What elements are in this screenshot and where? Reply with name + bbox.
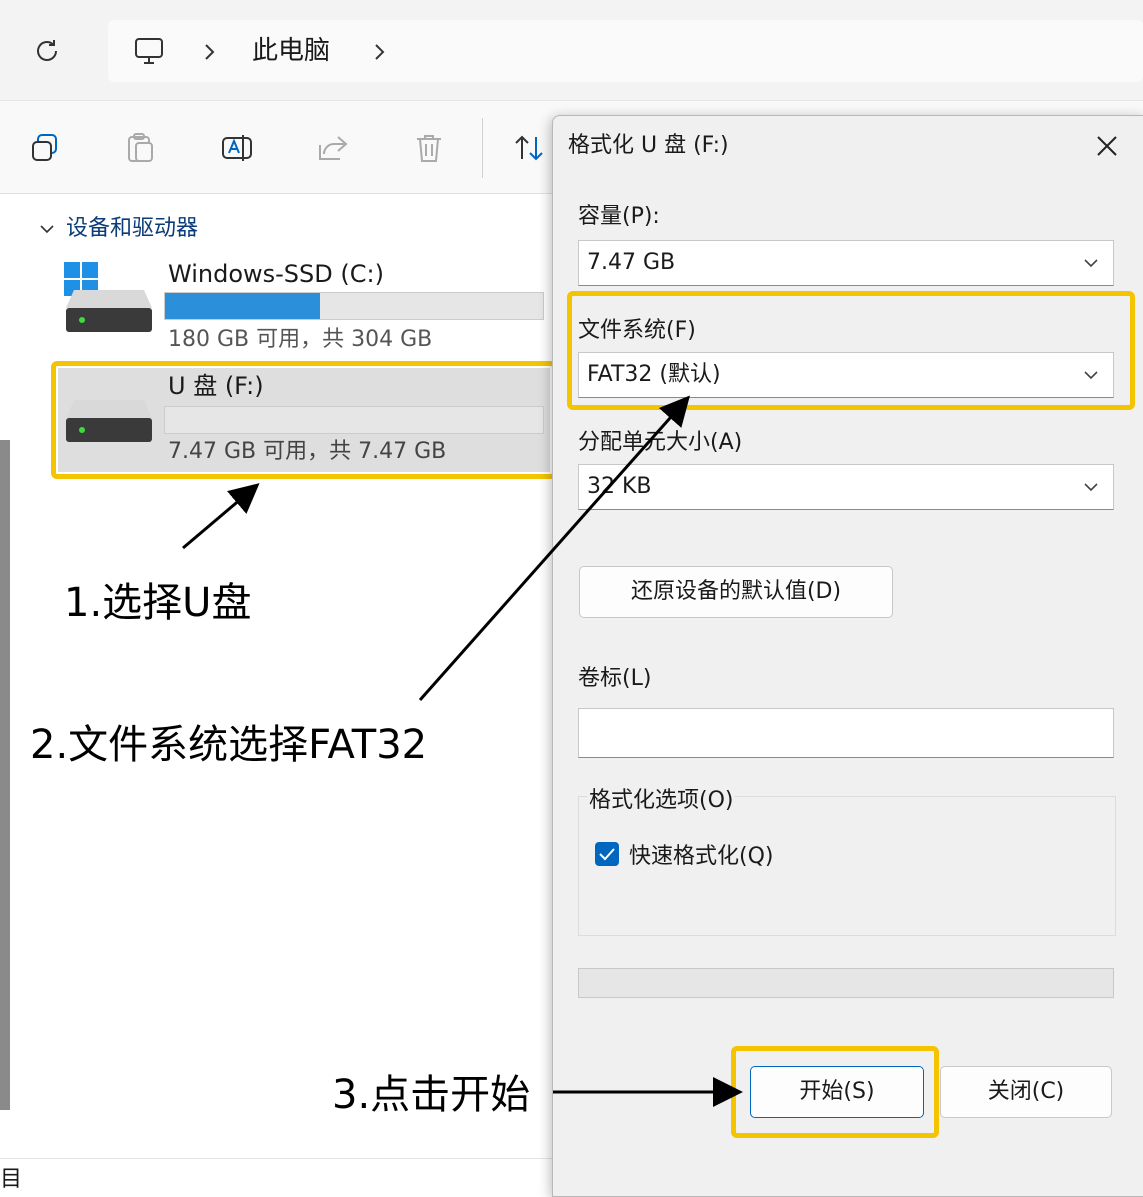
computer-icon <box>132 34 166 68</box>
delete-icon[interactable] <box>412 131 446 165</box>
status-bar: 目 <box>0 1158 560 1196</box>
refresh-icon[interactable] <box>30 34 64 68</box>
allocation-select[interactable]: 32 KB <box>578 464 1114 510</box>
volume-label: 卷标(L) <box>578 666 652 691</box>
highlight-filesystem <box>567 291 1135 410</box>
share-icon[interactable] <box>316 131 350 165</box>
dialog-title: 格式化 U 盘 (F:) <box>568 133 729 158</box>
format-progress-bar <box>578 968 1114 998</box>
chevron-right-icon[interactable] <box>200 40 220 64</box>
highlight-start-button <box>731 1046 939 1138</box>
drive-c-usage-bar <box>164 292 544 320</box>
chevron-down-icon <box>1083 465 1099 509</box>
highlight-drive-f <box>51 361 557 479</box>
close-icon[interactable] <box>1093 132 1121 160</box>
annotation-step3: 3.点击开始 <box>332 1072 531 1118</box>
chevron-down-icon[interactable] <box>38 220 56 238</box>
format-dialog: 格式化 U 盘 (F:) 容量(P): 7.47 GB 文件系统(F) FAT3… <box>552 115 1143 1197</box>
chevron-down-icon <box>1083 241 1099 285</box>
volume-label-input[interactable] <box>578 708 1114 758</box>
capacity-label: 容量(P): <box>578 204 660 229</box>
sort-icon[interactable] <box>512 131 546 165</box>
toolbar-divider <box>482 118 483 178</box>
drive-c-usage-fill <box>165 293 320 319</box>
drive-c-name: Windows-SSD (C:) <box>168 260 384 288</box>
quick-format-checkbox[interactable] <box>595 842 619 866</box>
drive-c-usage-text: 180 GB 可用，共 304 GB <box>168 327 433 352</box>
annotation-step2: 2.文件系统选择FAT32 <box>30 722 428 768</box>
allocation-value: 32 KB <box>587 474 652 499</box>
arrow-step1 <box>182 483 260 550</box>
drive-c-item[interactable]: Windows-SSD (C:) 180 GB 可用，共 304 GB <box>56 256 550 356</box>
restore-defaults-button[interactable]: 还原设备的默认值(D) <box>579 566 893 618</box>
close-button[interactable]: 关闭(C) <box>940 1066 1112 1118</box>
chevron-right-icon[interactable] <box>370 40 390 64</box>
annotation-step1: 1.选择U盘 <box>64 580 252 626</box>
capacity-select[interactable]: 7.47 GB <box>578 240 1114 286</box>
breadcrumb-this-pc[interactable]: 此电脑 <box>252 32 330 70</box>
scroll-edge <box>0 440 10 1110</box>
format-options-label: 格式化选项(O) <box>587 782 736 814</box>
checkmark-icon <box>599 848 615 861</box>
quick-format-label[interactable]: 快速格式化(Q) <box>629 838 773 870</box>
hard-drive-icon <box>64 288 154 334</box>
copy-icon[interactable] <box>28 131 62 165</box>
allocation-label: 分配单元大小(A) <box>578 430 743 455</box>
section-title[interactable]: 设备和驱动器 <box>66 213 198 245</box>
rename-icon[interactable] <box>220 131 254 165</box>
status-text: 目 <box>0 1167 23 1192</box>
capacity-value: 7.47 GB <box>587 250 676 275</box>
paste-icon[interactable] <box>124 131 158 165</box>
